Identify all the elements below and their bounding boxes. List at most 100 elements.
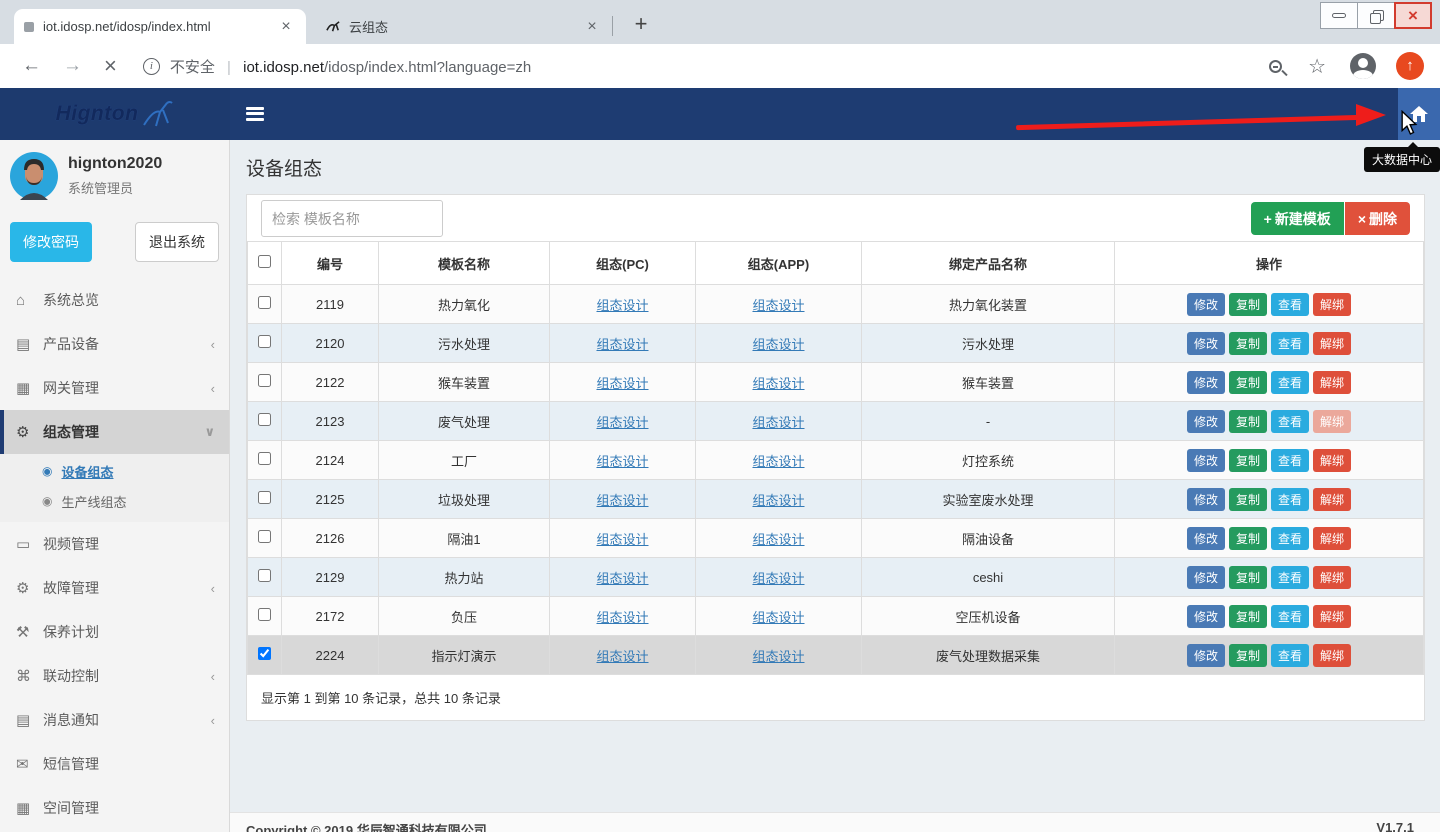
hamburger-menu-icon[interactable] — [246, 104, 268, 124]
app-config-link[interactable]: 组态设计 — [752, 532, 804, 547]
row-action-op-mod[interactable]: 修改 — [1187, 644, 1225, 667]
row-action-op-copy[interactable]: 复制 — [1229, 410, 1267, 433]
row-checkbox[interactable] — [258, 647, 271, 660]
table-row[interactable]: 2224指示灯演示组态设计组态设计废气处理数据采集修改复制查看解绑 — [248, 636, 1424, 675]
row-action-op-copy[interactable]: 复制 — [1229, 293, 1267, 316]
sidebar-item[interactable]: ▦空间管理 — [0, 786, 229, 830]
new-tab-button[interactable]: + — [626, 10, 656, 40]
sidebar-item[interactable]: ⚙故障管理‹ — [0, 566, 229, 610]
app-config-link[interactable]: 组态设计 — [752, 571, 804, 586]
row-action-op-copy[interactable]: 复制 — [1229, 527, 1267, 550]
row-action-op-view[interactable]: 查看 — [1271, 293, 1309, 316]
zoom-out-icon[interactable] — [1269, 60, 1282, 73]
restore-button[interactable] — [1357, 2, 1395, 29]
row-action-op-unbind[interactable]: 解绑 — [1313, 410, 1351, 433]
row-action-op-unbind[interactable]: 解绑 — [1313, 488, 1351, 511]
row-checkbox[interactable] — [258, 452, 271, 465]
search-input[interactable] — [261, 200, 443, 237]
pc-config-link[interactable]: 组态设计 — [596, 532, 648, 547]
pc-config-link[interactable]: 组态设计 — [596, 610, 648, 625]
row-action-op-view[interactable]: 查看 — [1271, 644, 1309, 667]
bookmark-star-icon[interactable]: ☆ — [1308, 54, 1326, 79]
table-row[interactable]: 2123废气处理组态设计组态设计-修改复制查看解绑 — [248, 402, 1424, 441]
sidebar-item[interactable]: ✉短信管理 — [0, 742, 229, 786]
logout-button[interactable]: 退出系统 — [135, 222, 219, 262]
sidebar-item[interactable]: ⚙组态管理∨ — [0, 410, 229, 454]
sidebar-item[interactable]: ⌂系统总览 — [0, 278, 229, 322]
new-template-button[interactable]: +新建模板 — [1251, 202, 1344, 235]
sidebar-item[interactable]: ⌘联动控制‹ — [0, 654, 229, 698]
app-config-link[interactable]: 组态设计 — [752, 376, 804, 391]
big-data-home-button[interactable] — [1398, 88, 1440, 140]
row-action-op-view[interactable]: 查看 — [1271, 449, 1309, 472]
row-action-op-mod[interactable]: 修改 — [1187, 332, 1225, 355]
row-action-op-copy[interactable]: 复制 — [1229, 605, 1267, 628]
row-action-op-mod[interactable]: 修改 — [1187, 566, 1225, 589]
sidebar-item[interactable]: ▦网关管理‹ — [0, 366, 229, 410]
url-display[interactable]: 不安全 | iot.idosp.net/idosp/index.html?lan… — [170, 56, 531, 77]
row-action-op-copy[interactable]: 复制 — [1229, 488, 1267, 511]
sidebar-item[interactable]: ▤产品设备‹ — [0, 322, 229, 366]
row-action-op-unbind[interactable]: 解绑 — [1313, 371, 1351, 394]
row-action-op-view[interactable]: 查看 — [1271, 371, 1309, 394]
browser-tab-cloud[interactable]: 云组态 × — [316, 9, 612, 44]
row-checkbox[interactable] — [258, 569, 271, 582]
row-action-op-mod[interactable]: 修改 — [1187, 410, 1225, 433]
table-row[interactable]: 2124工厂组态设计组态设计灯控系统修改复制查看解绑 — [248, 441, 1424, 480]
row-action-op-unbind[interactable]: 解绑 — [1313, 644, 1351, 667]
app-config-link[interactable]: 组态设计 — [752, 649, 804, 664]
pc-config-link[interactable]: 组态设计 — [596, 649, 648, 664]
row-action-op-view[interactable]: 查看 — [1271, 527, 1309, 550]
row-checkbox[interactable] — [258, 413, 271, 426]
table-row[interactable]: 2120污水处理组态设计组态设计污水处理修改复制查看解绑 — [248, 324, 1424, 363]
sidebar-item[interactable]: ⚒保养计划 — [0, 610, 229, 654]
row-action-op-view[interactable]: 查看 — [1271, 488, 1309, 511]
row-checkbox[interactable] — [258, 296, 271, 309]
row-checkbox[interactable] — [258, 608, 271, 621]
forward-icon[interactable]: → — [63, 55, 82, 77]
app-config-link[interactable]: 组态设计 — [752, 337, 804, 352]
table-row[interactable]: 2126隔油1组态设计组态设计隔油设备修改复制查看解绑 — [248, 519, 1424, 558]
row-action-op-mod[interactable]: 修改 — [1187, 488, 1225, 511]
row-action-op-view[interactable]: 查看 — [1271, 566, 1309, 589]
change-password-button[interactable]: 修改密码 — [10, 222, 92, 262]
row-action-op-unbind[interactable]: 解绑 — [1313, 527, 1351, 550]
row-action-op-unbind[interactable]: 解绑 — [1313, 293, 1351, 316]
pc-config-link[interactable]: 组态设计 — [596, 571, 648, 586]
close-button[interactable]: × — [1394, 2, 1432, 29]
browser-update-icon[interactable]: ↑ — [1396, 52, 1424, 80]
app-config-link[interactable]: 组态设计 — [752, 493, 804, 508]
app-config-link[interactable]: 组态设计 — [752, 610, 804, 625]
table-row[interactable]: 2129热力站组态设计组态设计ceshi修改复制查看解绑 — [248, 558, 1424, 597]
table-row[interactable]: 2119热力氧化组态设计组态设计热力氧化装置修改复制查看解绑 — [248, 285, 1424, 324]
back-icon[interactable]: ← — [22, 55, 41, 77]
browser-profile-avatar[interactable] — [1350, 53, 1376, 79]
table-row[interactable]: 2122猴车装置组态设计组态设计猴车装置修改复制查看解绑 — [248, 363, 1424, 402]
row-action-op-view[interactable]: 查看 — [1271, 332, 1309, 355]
sidebar-item[interactable]: ▤消息通知‹ — [0, 698, 229, 742]
row-checkbox[interactable] — [258, 530, 271, 543]
browser-tab-active[interactable]: iot.idosp.net/idosp/index.html × — [14, 9, 306, 44]
row-action-op-copy[interactable]: 复制 — [1229, 332, 1267, 355]
minimize-button[interactable] — [1320, 2, 1358, 29]
row-action-op-copy[interactable]: 复制 — [1229, 566, 1267, 589]
row-action-op-copy[interactable]: 复制 — [1229, 449, 1267, 472]
row-action-op-copy[interactable]: 复制 — [1229, 371, 1267, 394]
row-action-op-unbind[interactable]: 解绑 — [1313, 566, 1351, 589]
row-action-op-mod[interactable]: 修改 — [1187, 371, 1225, 394]
pc-config-link[interactable]: 组态设计 — [596, 298, 648, 313]
row-action-op-mod[interactable]: 修改 — [1187, 449, 1225, 472]
stop-icon[interactable]: × — [104, 53, 117, 79]
row-action-op-view[interactable]: 查看 — [1271, 605, 1309, 628]
row-checkbox[interactable] — [258, 374, 271, 387]
row-action-op-unbind[interactable]: 解绑 — [1313, 605, 1351, 628]
sidebar-item[interactable]: ▭视频管理 — [0, 522, 229, 566]
pc-config-link[interactable]: 组态设计 — [596, 376, 648, 391]
table-row[interactable]: 2125垃圾处理组态设计组态设计实验室废水处理修改复制查看解绑 — [248, 480, 1424, 519]
select-all-checkbox[interactable] — [258, 255, 271, 268]
row-action-op-mod[interactable]: 修改 — [1187, 293, 1225, 316]
sidebar-subitem[interactable]: ◉设备组态 — [0, 456, 229, 486]
tab-close-icon[interactable]: × — [276, 17, 296, 37]
info-icon[interactable]: i — [143, 58, 160, 75]
app-config-link[interactable]: 组态设计 — [752, 454, 804, 469]
